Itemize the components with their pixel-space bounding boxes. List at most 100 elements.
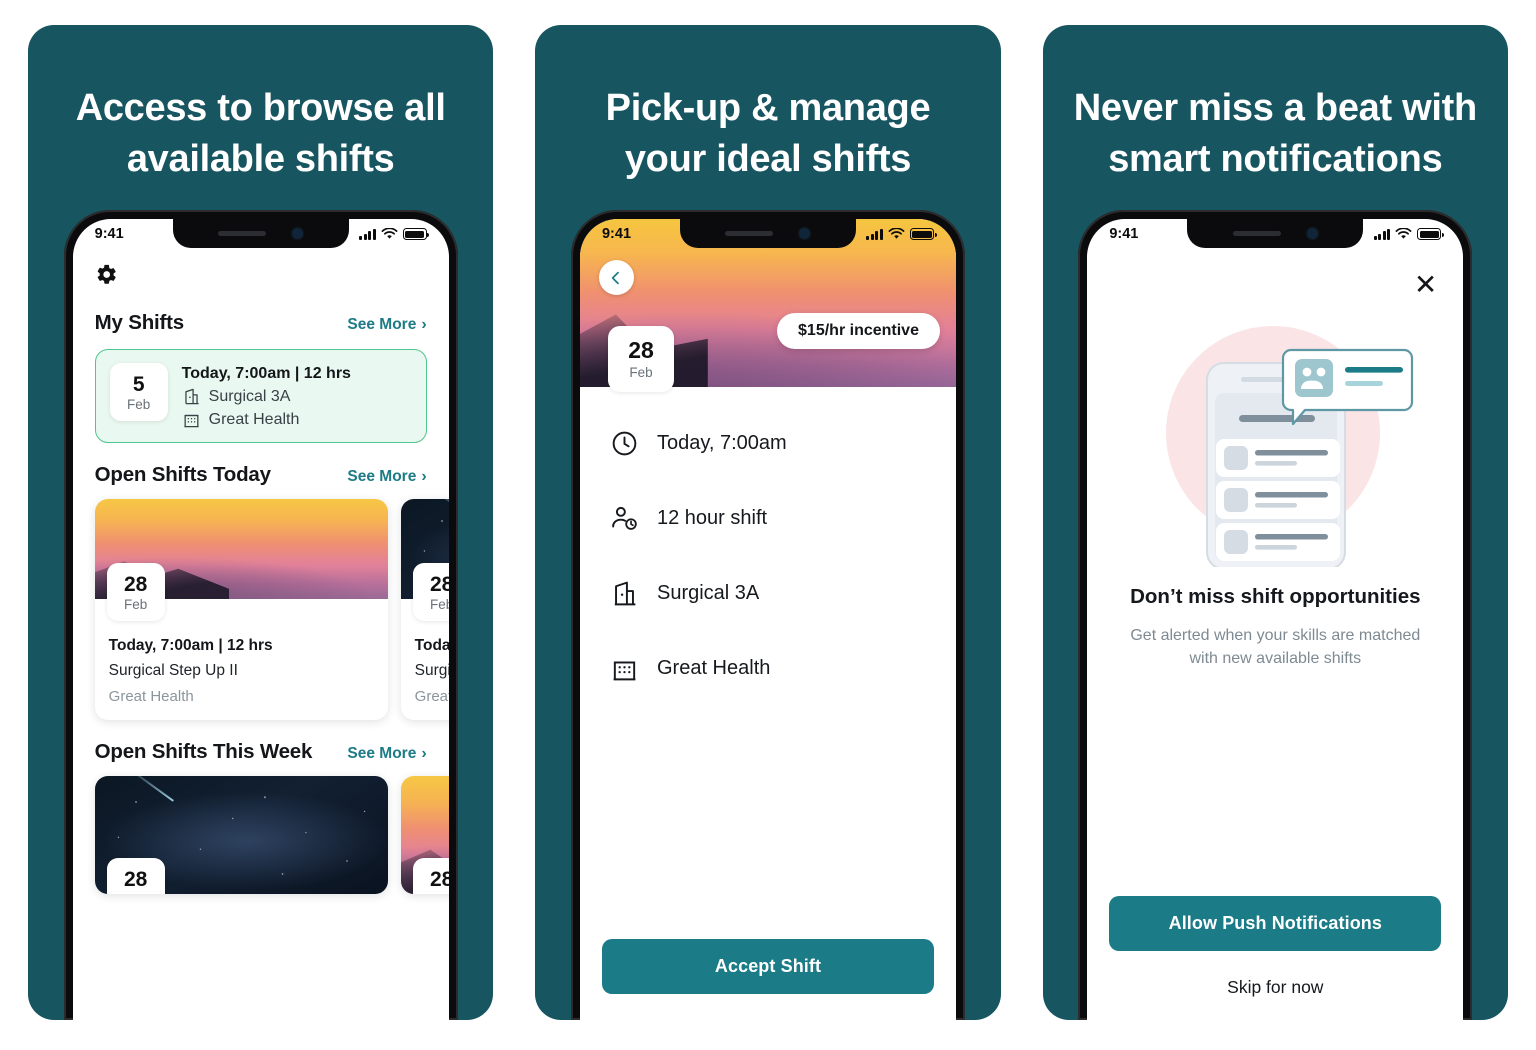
shooting-star-icon [431, 499, 449, 524]
status-time: 9:41 [94, 226, 124, 243]
section-header-open-week: Open Shifts This Week See More › [73, 740, 449, 764]
detail-unit: Surgical 3A [656, 582, 760, 605]
section-title: Open Shifts Today [94, 463, 271, 487]
date-month: Feb [629, 364, 653, 380]
see-more-my-shifts[interactable]: See More › [347, 316, 426, 334]
date-month: Feb [430, 892, 449, 894]
see-more-label: See More [347, 745, 417, 763]
my-shift-details: Today, 7:00am | 12 hrs Surgical 3A Great… [182, 363, 351, 429]
card-shift-unit: Surgical Step Up II [414, 662, 449, 680]
phone-screen-1: 9:41 My Shifts See More › 5 Feb Today, 7… [72, 219, 449, 1020]
panel-browse-shifts: Access to browse all available shifts 9:… [28, 25, 494, 1020]
shift-card[interactable]: 28 Feb Today, 7:00am | 12 hrs Surgical S… [94, 499, 388, 721]
earpiece-speaker [725, 231, 774, 237]
status-indicators [866, 228, 937, 240]
battery-icon [909, 228, 937, 240]
date-month: Feb [127, 396, 151, 412]
cellular-bars-icon [359, 228, 376, 240]
settings-row [73, 263, 449, 291]
shift-card[interactable]: 28 Feb [94, 776, 388, 895]
date-month: Feb [430, 596, 449, 612]
status-time: 9:41 [601, 226, 632, 243]
hero-date-chip: 28 Feb [607, 326, 674, 393]
phone-screen-3: 9:41 ✕ Don’t miss shift opportunities Ge… [1087, 219, 1464, 1020]
card-shift-time: Today, 7:00am | 12 hrs [414, 637, 449, 655]
person-clock-icon [612, 506, 637, 530]
notification-optin-screen: ✕ Don’t miss shift opportunities Get ale… [1087, 219, 1463, 1020]
notification-title: Don’t miss shift opportunities [1130, 585, 1421, 609]
section-header-open-today: Open Shifts Today See More › [73, 463, 449, 487]
shift-card[interactable]: 28 Feb [400, 776, 449, 895]
section-title: My Shifts [94, 311, 185, 335]
date-month: Feb [124, 892, 147, 894]
panel-manage-shifts: Pick-up & manage your ideal shifts 9:41 [535, 25, 1001, 1020]
phone-notification-illustration [1166, 326, 1414, 568]
card-shift-org: Great Health [108, 688, 194, 706]
date-day: 28 [123, 867, 148, 891]
back-button[interactable] [598, 260, 634, 296]
detail-row-duration: 12 hour shift [610, 504, 926, 533]
date-chip: 5 Feb [109, 363, 168, 422]
phone-notch [1187, 219, 1364, 249]
accept-shift-button[interactable]: Accept Shift [601, 939, 934, 994]
detail-time: Today, 7:00am [656, 432, 787, 455]
allow-push-notifications-button[interactable]: Allow Push Notifications [1109, 896, 1442, 951]
shift-detail-screen: $15/hr incentive 28 Feb Today, 7:00am 12… [579, 219, 956, 1020]
earpiece-speaker [1232, 231, 1281, 237]
phone-mockup-2: 9:41 $15/hr incentive 28 Feb Today, 7:00… [570, 210, 965, 1020]
clock-icon [612, 431, 637, 456]
section-header-my-shifts: My Shifts See More › [73, 311, 449, 335]
date-day: 28 [628, 337, 654, 364]
card-shift-unit: Surgical Step Up II [108, 662, 238, 680]
shooting-star-icon [125, 776, 175, 802]
open-shifts-week-carousel[interactable]: 28 Feb 28 Feb [73, 776, 449, 895]
close-row: ✕ [1087, 257, 1463, 299]
shift-org: Great Health [208, 410, 300, 428]
chevron-right-icon: › [421, 316, 427, 334]
phone-notch [172, 219, 349, 249]
card-date-chip: 28 Feb [106, 563, 165, 622]
panel-headline: Pick-up & manage your ideal shifts [605, 87, 931, 180]
chevron-right-icon: › [421, 468, 427, 486]
hospital-icon [613, 661, 636, 681]
date-day: 28 [123, 572, 148, 596]
card-shift-org: Great Health [414, 688, 449, 706]
department-icon [184, 388, 199, 405]
notification-actions: Allow Push Notifications Skip for now [1087, 896, 1463, 1020]
chevron-right-icon: › [421, 745, 427, 763]
date-day: 28 [429, 867, 449, 891]
detail-duration: 12 hour shift [656, 507, 768, 530]
gear-icon[interactable] [95, 263, 118, 286]
close-icon[interactable]: ✕ [1414, 271, 1437, 299]
hospital-icon [184, 414, 199, 428]
skip-for-now-button[interactable]: Skip for now [1109, 977, 1441, 998]
shift-unit-row: Surgical 3A [182, 387, 351, 406]
shift-time: Today, 7:00am | 12 hrs [181, 365, 351, 383]
wifi-icon [888, 228, 905, 239]
phone-mockup-1: 9:41 My Shifts See More › 5 Feb Today, 7… [63, 210, 458, 1020]
shift-unit: Surgical 3A [208, 387, 291, 405]
status-indicators [1373, 228, 1444, 240]
card-date-chip: 28 Feb [412, 563, 449, 622]
see-more-open-week[interactable]: See More › [347, 745, 426, 763]
panel-headline: Access to browse all available shifts [75, 87, 446, 180]
shift-org-row: Great Health [182, 410, 351, 429]
date-day: 28 [429, 572, 449, 596]
phone-notch [679, 219, 856, 249]
home-screen-content: My Shifts See More › 5 Feb Today, 7:00am… [73, 219, 449, 1020]
card-shift-time: Today, 7:00am | 12 hrs [108, 637, 273, 655]
see-more-open-today[interactable]: See More › [347, 468, 426, 486]
date-month: Feb [124, 596, 148, 612]
accept-shift-wrap: Accept Shift [580, 939, 956, 1020]
my-shift-card[interactable]: 5 Feb Today, 7:00am | 12 hrs Surgical 3A [94, 349, 427, 444]
panel-notifications: Never miss a beat with smart notificatio… [1042, 25, 1508, 1020]
front-camera-icon [1306, 228, 1318, 240]
phone-mockup-3: 9:41 ✕ Don’t miss shift opportunities Ge… [1078, 210, 1473, 1020]
open-shifts-today-carousel[interactable]: 28 Feb Today, 7:00am | 12 hrs Surgical S… [73, 499, 449, 721]
detail-row-unit: Surgical 3A [610, 579, 926, 608]
cellular-bars-icon [1373, 228, 1391, 240]
earpiece-speaker [218, 231, 267, 237]
chevron-left-icon [612, 271, 620, 284]
shift-card[interactable]: 28 Feb Today, 7:00am | 12 hrs Surgical S… [400, 499, 449, 721]
